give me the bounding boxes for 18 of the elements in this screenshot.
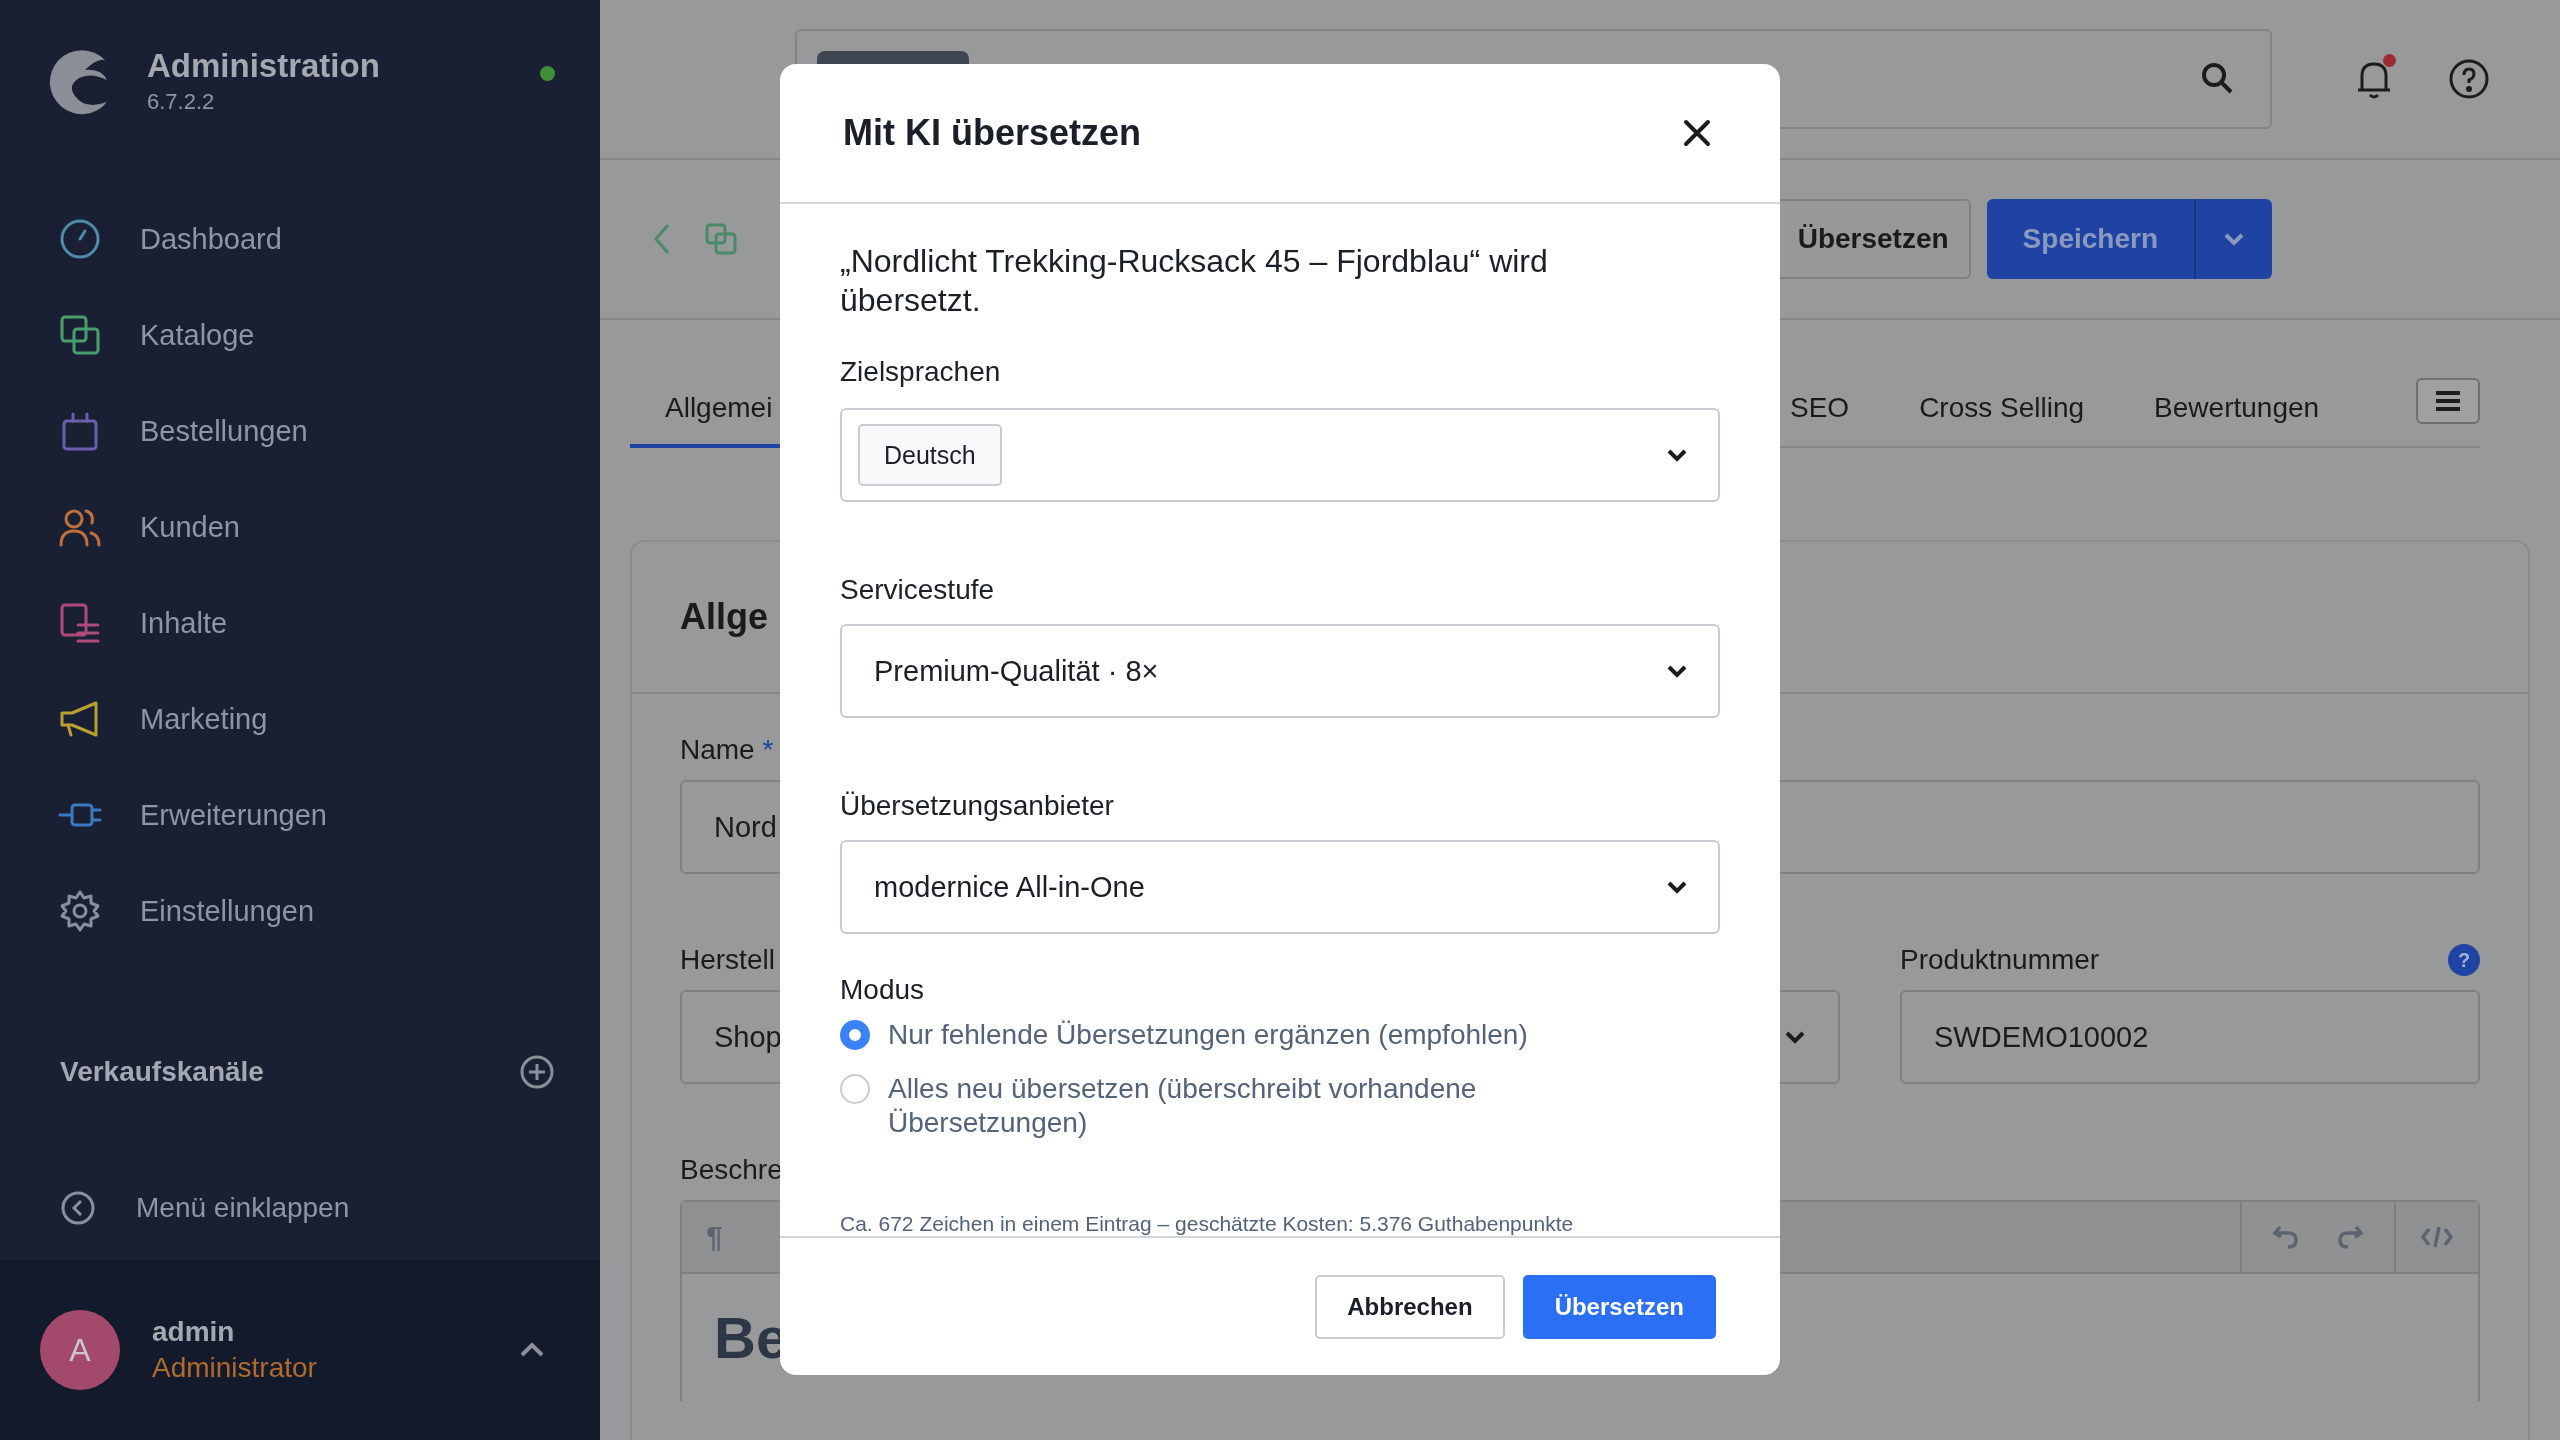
field-label: Zielsprachen	[840, 356, 1002, 388]
field-label: Herstell	[680, 944, 775, 976]
dialog-description: „Nordlicht Trekking-Rucksack 45 – Fjordblau“ wird übersetzt.	[840, 242, 1549, 320]
field-label: Name *	[680, 734, 774, 766]
version-label: 6.7.2.2	[147, 89, 216, 115]
field-label: Modus	[840, 974, 926, 1006]
field-label: Produktnummer	[1900, 944, 2100, 976]
app-title: Administration	[147, 47, 381, 85]
cost-note: Ca. 672 Zeichen in einem Eintrag – geschätzte Kosten: 5.376 Guthabenpunkte	[840, 1212, 1575, 1236]
field-label: Beschre	[680, 1154, 783, 1186]
section-title: Verkaufskanäle	[60, 1056, 264, 1088]
card-title: Allge	[680, 596, 768, 638]
field-label: Übersetzungsanbieter	[840, 790, 1115, 822]
user-role: Administrator	[152, 1352, 318, 1384]
user-name: admin	[152, 1316, 236, 1348]
avatar: A	[40, 1310, 120, 1390]
field-label: Servicestufe	[840, 574, 996, 606]
dialog-title: Mit KI übersetzen	[843, 112, 1142, 154]
